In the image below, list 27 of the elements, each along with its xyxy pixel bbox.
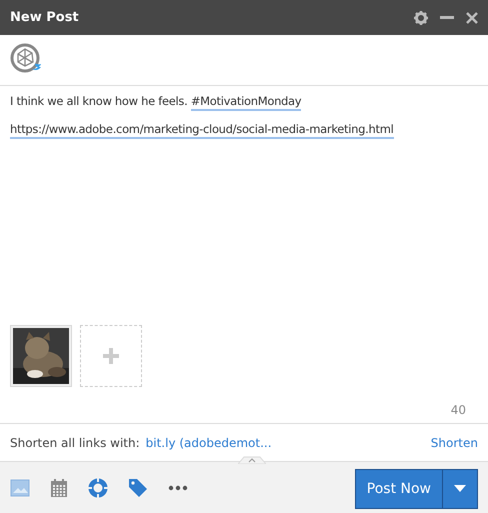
window-title: New Post [10, 10, 80, 25]
close-button[interactable] [466, 12, 478, 24]
target-icon [88, 478, 108, 498]
target-button[interactable] [88, 478, 108, 498]
close-icon [466, 12, 478, 24]
character-count: 40 [450, 403, 466, 417]
attachment-thumbnail[interactable] [10, 325, 72, 387]
settings-icon [414, 10, 428, 24]
more-button[interactable] [168, 484, 188, 490]
caret-down-icon [454, 485, 466, 492]
calendar-icon [50, 478, 68, 498]
image-icon [10, 478, 30, 496]
shortener-link[interactable]: bit.ly (adobedemot... [146, 436, 272, 450]
post-now-button[interactable]: Post Now [356, 470, 443, 508]
tag-button[interactable] [128, 478, 148, 498]
shorten-label: Shorten all links with: [10, 436, 140, 450]
hashtag-link[interactable]: #MotivationMonday [190, 94, 302, 111]
shorten-link[interactable]: Shorten [430, 436, 478, 450]
calendar-button[interactable] [50, 478, 68, 498]
settings-button[interactable] [414, 10, 428, 24]
collapse-caret-icon[interactable] [238, 456, 266, 464]
plus-icon [102, 347, 120, 365]
more-icon [168, 484, 188, 490]
message-text: I think we all know how he feels. [10, 94, 188, 109]
minimize-icon [440, 16, 454, 19]
tag-icon [128, 478, 148, 498]
url-link[interactable]: https://www.adobe.com/marketing-cloud/social-media-marketing.html [10, 122, 394, 139]
